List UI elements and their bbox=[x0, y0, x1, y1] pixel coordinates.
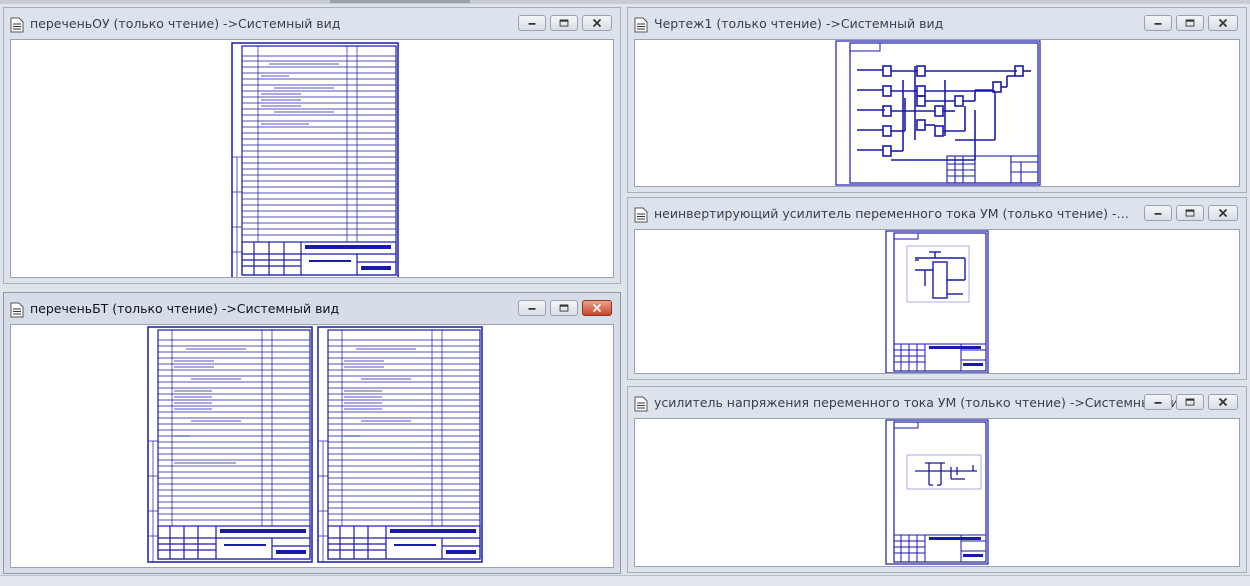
close-button[interactable] bbox=[582, 300, 612, 316]
document-icon bbox=[634, 17, 648, 33]
close-icon bbox=[1218, 397, 1228, 407]
amplifier-schematic-drawing bbox=[885, 230, 989, 373]
maximize-button[interactable] bbox=[550, 15, 578, 31]
window-titlebar[interactable]: переченьОУ (только чтение) ->Системный в… bbox=[4, 8, 620, 38]
minimize-icon bbox=[1154, 213, 1162, 215]
drawing-view[interactable] bbox=[634, 39, 1240, 187]
maximize-button[interactable] bbox=[1176, 15, 1204, 31]
close-button[interactable] bbox=[1208, 15, 1238, 31]
logic-circuit-drawing bbox=[835, 40, 1041, 186]
document-icon bbox=[634, 396, 648, 412]
window-title: неинвертирующий усилитель переменного то… bbox=[654, 206, 1134, 221]
drawing-view[interactable] bbox=[10, 324, 614, 568]
top-tab-edge bbox=[330, 0, 470, 3]
minimize-button[interactable] bbox=[1144, 15, 1172, 31]
close-button[interactable] bbox=[582, 15, 612, 31]
drawing-view[interactable] bbox=[634, 229, 1240, 374]
maximize-button[interactable] bbox=[1176, 205, 1204, 221]
close-icon bbox=[1218, 208, 1228, 218]
minimize-button[interactable] bbox=[1144, 394, 1172, 410]
window-neinvert-amplifier[interactable]: неинвертирующий усилитель переменного то… bbox=[627, 197, 1247, 380]
minimize-icon bbox=[528, 23, 536, 25]
document-icon bbox=[10, 17, 24, 33]
close-button[interactable] bbox=[1208, 205, 1238, 221]
drawing-view[interactable] bbox=[634, 418, 1240, 567]
drawing-view[interactable] bbox=[10, 39, 614, 278]
spec-sheet-drawing-1 bbox=[147, 326, 313, 563]
window-title: усилитель напряжения переменного тока УМ… bbox=[654, 395, 1188, 410]
document-icon bbox=[10, 302, 24, 318]
voltage-amplifier-schematic-drawing bbox=[885, 419, 989, 565]
top-toolbar-strip bbox=[0, 0, 1250, 4]
spec-sheet-drawing-2 bbox=[317, 326, 483, 563]
document-icon bbox=[634, 207, 648, 223]
window-titlebar[interactable]: неинвертирующий усилитель переменного то… bbox=[628, 198, 1246, 228]
maximize-icon bbox=[1185, 209, 1195, 217]
window-perechen-bt[interactable]: переченьБТ (только чтение) ->Системный в… bbox=[3, 292, 621, 574]
window-titlebar[interactable]: усилитель напряжения переменного тока УМ… bbox=[628, 387, 1246, 417]
close-button[interactable] bbox=[1208, 394, 1238, 410]
minimize-button[interactable] bbox=[1144, 205, 1172, 221]
maximize-button[interactable] bbox=[1176, 394, 1204, 410]
close-icon bbox=[1218, 18, 1228, 28]
window-titlebar[interactable]: Чертеж1 (только чтение) ->Системный вид bbox=[628, 8, 1246, 38]
maximize-icon bbox=[1185, 398, 1195, 406]
maximize-icon bbox=[559, 19, 569, 27]
window-title: Чертеж1 (только чтение) ->Системный вид bbox=[654, 16, 944, 31]
minimize-button[interactable] bbox=[518, 300, 546, 316]
minimize-icon bbox=[1154, 23, 1162, 25]
minimize-icon bbox=[1154, 402, 1162, 404]
window-title: переченьБТ (только чтение) ->Системный в… bbox=[30, 301, 340, 316]
window-titlebar[interactable]: переченьБТ (только чтение) ->Системный в… bbox=[4, 293, 620, 323]
minimize-button[interactable] bbox=[518, 15, 546, 31]
close-icon bbox=[592, 18, 602, 28]
maximize-icon bbox=[1185, 19, 1195, 27]
close-icon bbox=[592, 303, 602, 313]
maximize-button[interactable] bbox=[550, 300, 578, 316]
status-bar bbox=[0, 575, 1250, 586]
window-voltage-amplifier[interactable]: усилитель напряжения переменного тока УМ… bbox=[627, 386, 1247, 573]
window-title: переченьОУ (только чтение) ->Системный в… bbox=[30, 16, 341, 31]
window-chertezh1[interactable]: Чертеж1 (только чтение) ->Системный вид bbox=[627, 7, 1247, 193]
maximize-icon bbox=[559, 304, 569, 312]
minimize-icon bbox=[528, 308, 536, 310]
window-perechen-ou[interactable]: переченьОУ (только чтение) ->Системный в… bbox=[3, 7, 621, 284]
spec-sheet-drawing bbox=[231, 42, 399, 277]
